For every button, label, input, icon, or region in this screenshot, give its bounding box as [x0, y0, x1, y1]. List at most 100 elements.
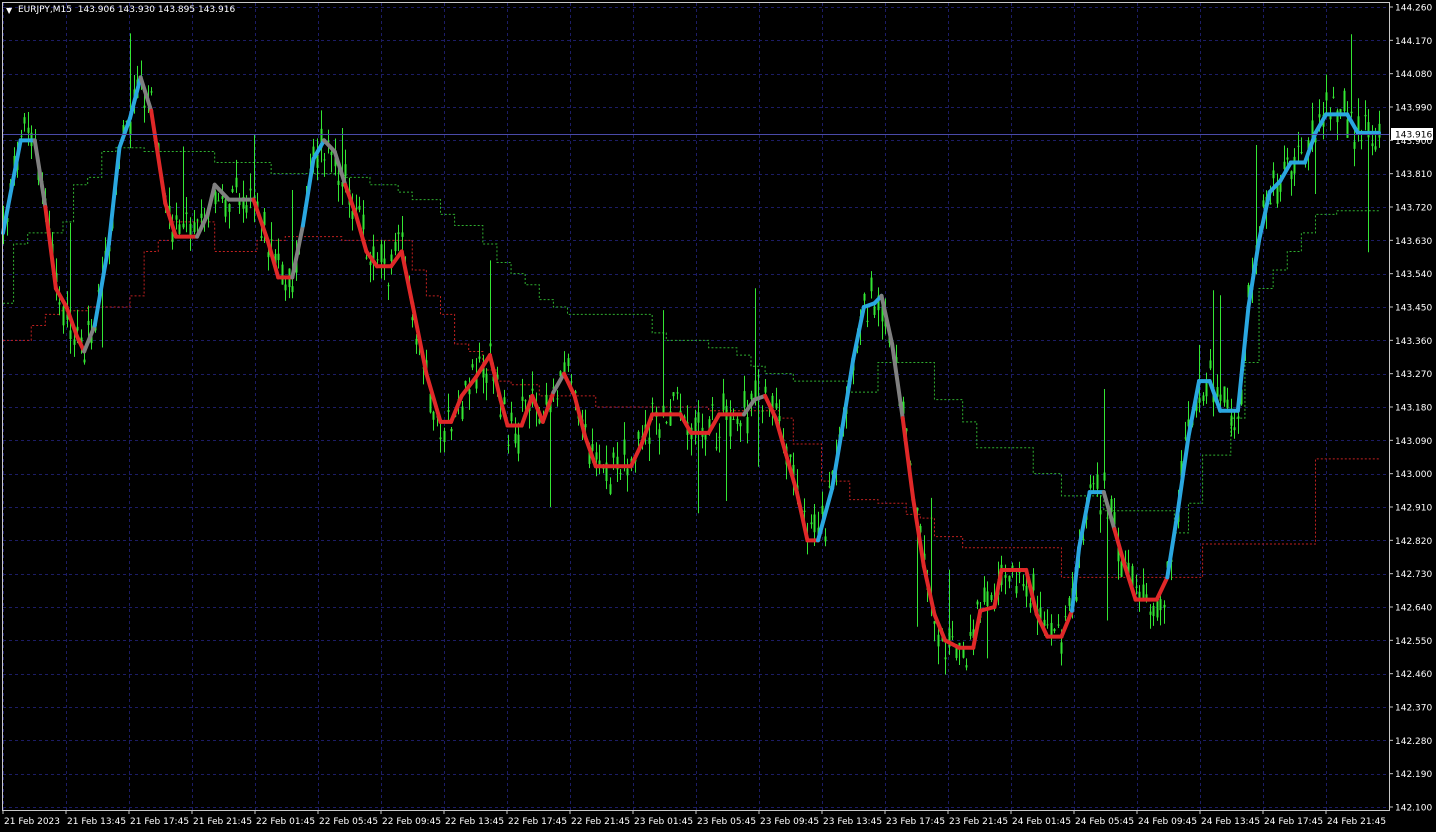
- candle-body: [1350, 111, 1353, 114]
- candle-body: [743, 391, 746, 408]
- candle-body: [1082, 538, 1085, 540]
- candle-body: [711, 404, 714, 406]
- candle-body: [870, 277, 873, 292]
- candle-body: [1075, 597, 1078, 601]
- price-tick-label: 144.170: [1395, 37, 1432, 47]
- candle-body: [1053, 629, 1056, 632]
- time-tick-label: 21 Feb 17:45: [130, 817, 189, 827]
- candle-body: [1237, 416, 1240, 419]
- candle-body: [83, 359, 86, 363]
- candle-body: [1297, 145, 1300, 147]
- candle-body: [662, 405, 665, 414]
- candle-body: [1029, 603, 1032, 608]
- candle-body: [1149, 611, 1152, 615]
- candle-body: [715, 447, 718, 449]
- candle-body: [944, 657, 947, 660]
- candle-body: [803, 510, 806, 512]
- candle-body: [736, 418, 739, 424]
- candle-body: [1353, 141, 1356, 149]
- candle-body: [1283, 161, 1286, 170]
- price-tick-label: 143.540: [1395, 270, 1432, 280]
- price-tick-label: 143.000: [1395, 470, 1432, 480]
- candle-body: [277, 253, 280, 261]
- candle-body: [619, 473, 622, 475]
- time-tick-label: 22 Feb 21:45: [571, 817, 630, 827]
- candle-body: [1099, 510, 1102, 515]
- candle-body: [383, 258, 386, 264]
- candle-body: [1325, 92, 1328, 101]
- time-tick-label: 22 Feb 01:45: [256, 817, 315, 827]
- candle-body: [1103, 472, 1106, 481]
- candle-body: [485, 373, 488, 383]
- candle-body: [1159, 599, 1162, 611]
- candle-body: [1205, 381, 1208, 397]
- price-chart[interactable]: 144.260144.170144.080143.990143.900143.8…: [0, 0, 1436, 832]
- candle-body: [697, 412, 700, 423]
- time-tick-label: 24 Feb 17:45: [1264, 817, 1323, 827]
- candle-body: [789, 454, 792, 458]
- time-tick-label: 22 Feb 09:45: [382, 817, 441, 827]
- price-tick-label: 143.630: [1395, 237, 1432, 247]
- candle-body: [394, 241, 397, 252]
- candle-body: [245, 205, 248, 213]
- candle-body: [612, 452, 615, 458]
- candle-body: [337, 180, 340, 185]
- candle-body: [468, 389, 471, 395]
- candle-body: [376, 259, 379, 261]
- candle-body: [358, 205, 361, 210]
- price-tick-label: 143.090: [1395, 437, 1432, 447]
- candle-body: [761, 410, 764, 412]
- candle-body: [1378, 123, 1381, 138]
- candle-body: [221, 196, 224, 199]
- candle-body: [1184, 437, 1187, 439]
- candle-body: [439, 437, 442, 440]
- candle-body: [824, 536, 827, 542]
- candle-body: [1272, 170, 1275, 179]
- candle-body: [1015, 586, 1018, 594]
- candle-body: [739, 422, 742, 427]
- candle-body: [365, 257, 368, 259]
- time-tick-label: 22 Feb 13:45: [445, 817, 504, 827]
- time-tick-label: 24 Feb 09:45: [1138, 817, 1197, 827]
- candle-body: [27, 127, 30, 133]
- candle-body: [1152, 606, 1155, 617]
- price-tick-label: 142.640: [1395, 604, 1432, 614]
- candle-body: [828, 486, 831, 488]
- price-tick-label: 142.550: [1395, 637, 1432, 647]
- candle-body: [623, 439, 626, 455]
- candle-body: [1068, 597, 1071, 606]
- candle-body: [1233, 427, 1236, 431]
- price-tick-label: 143.180: [1395, 404, 1432, 414]
- candle-body: [489, 343, 492, 347]
- time-tick-label: 23 Feb 09:45: [760, 817, 819, 827]
- candle-body: [224, 199, 227, 217]
- time-tick-label: 23 Feb 01:45: [634, 817, 693, 827]
- candle-body: [1209, 360, 1212, 369]
- candle-body: [228, 204, 231, 212]
- candle-body: [778, 415, 781, 422]
- candle-body: [432, 411, 435, 420]
- candle-body: [330, 151, 333, 156]
- candle-body: [1346, 119, 1349, 138]
- price-tick-label: 143.360: [1395, 337, 1432, 347]
- candle-body: [175, 215, 178, 220]
- candle-body: [200, 213, 203, 219]
- time-tick-label: 22 Feb 17:45: [508, 817, 567, 827]
- candle-body: [1230, 415, 1233, 426]
- price-tick-label: 142.910: [1395, 504, 1432, 514]
- time-tick-label: 21 Feb 2023: [4, 817, 60, 827]
- price-tick-label: 143.810: [1395, 170, 1432, 180]
- candle-body: [567, 358, 570, 367]
- candle-body: [58, 302, 61, 305]
- candle-body: [648, 437, 651, 444]
- candle-body: [143, 105, 146, 108]
- candle-body: [150, 91, 153, 93]
- candle-body: [291, 286, 294, 293]
- menu-triangle-icon[interactable]: ▼: [6, 5, 12, 17]
- candle-body: [73, 339, 76, 345]
- candle-body: [729, 416, 732, 437]
- candle-body: [750, 393, 753, 400]
- candle-body: [1096, 474, 1099, 489]
- candle-body: [461, 406, 464, 420]
- candle-body: [976, 601, 979, 605]
